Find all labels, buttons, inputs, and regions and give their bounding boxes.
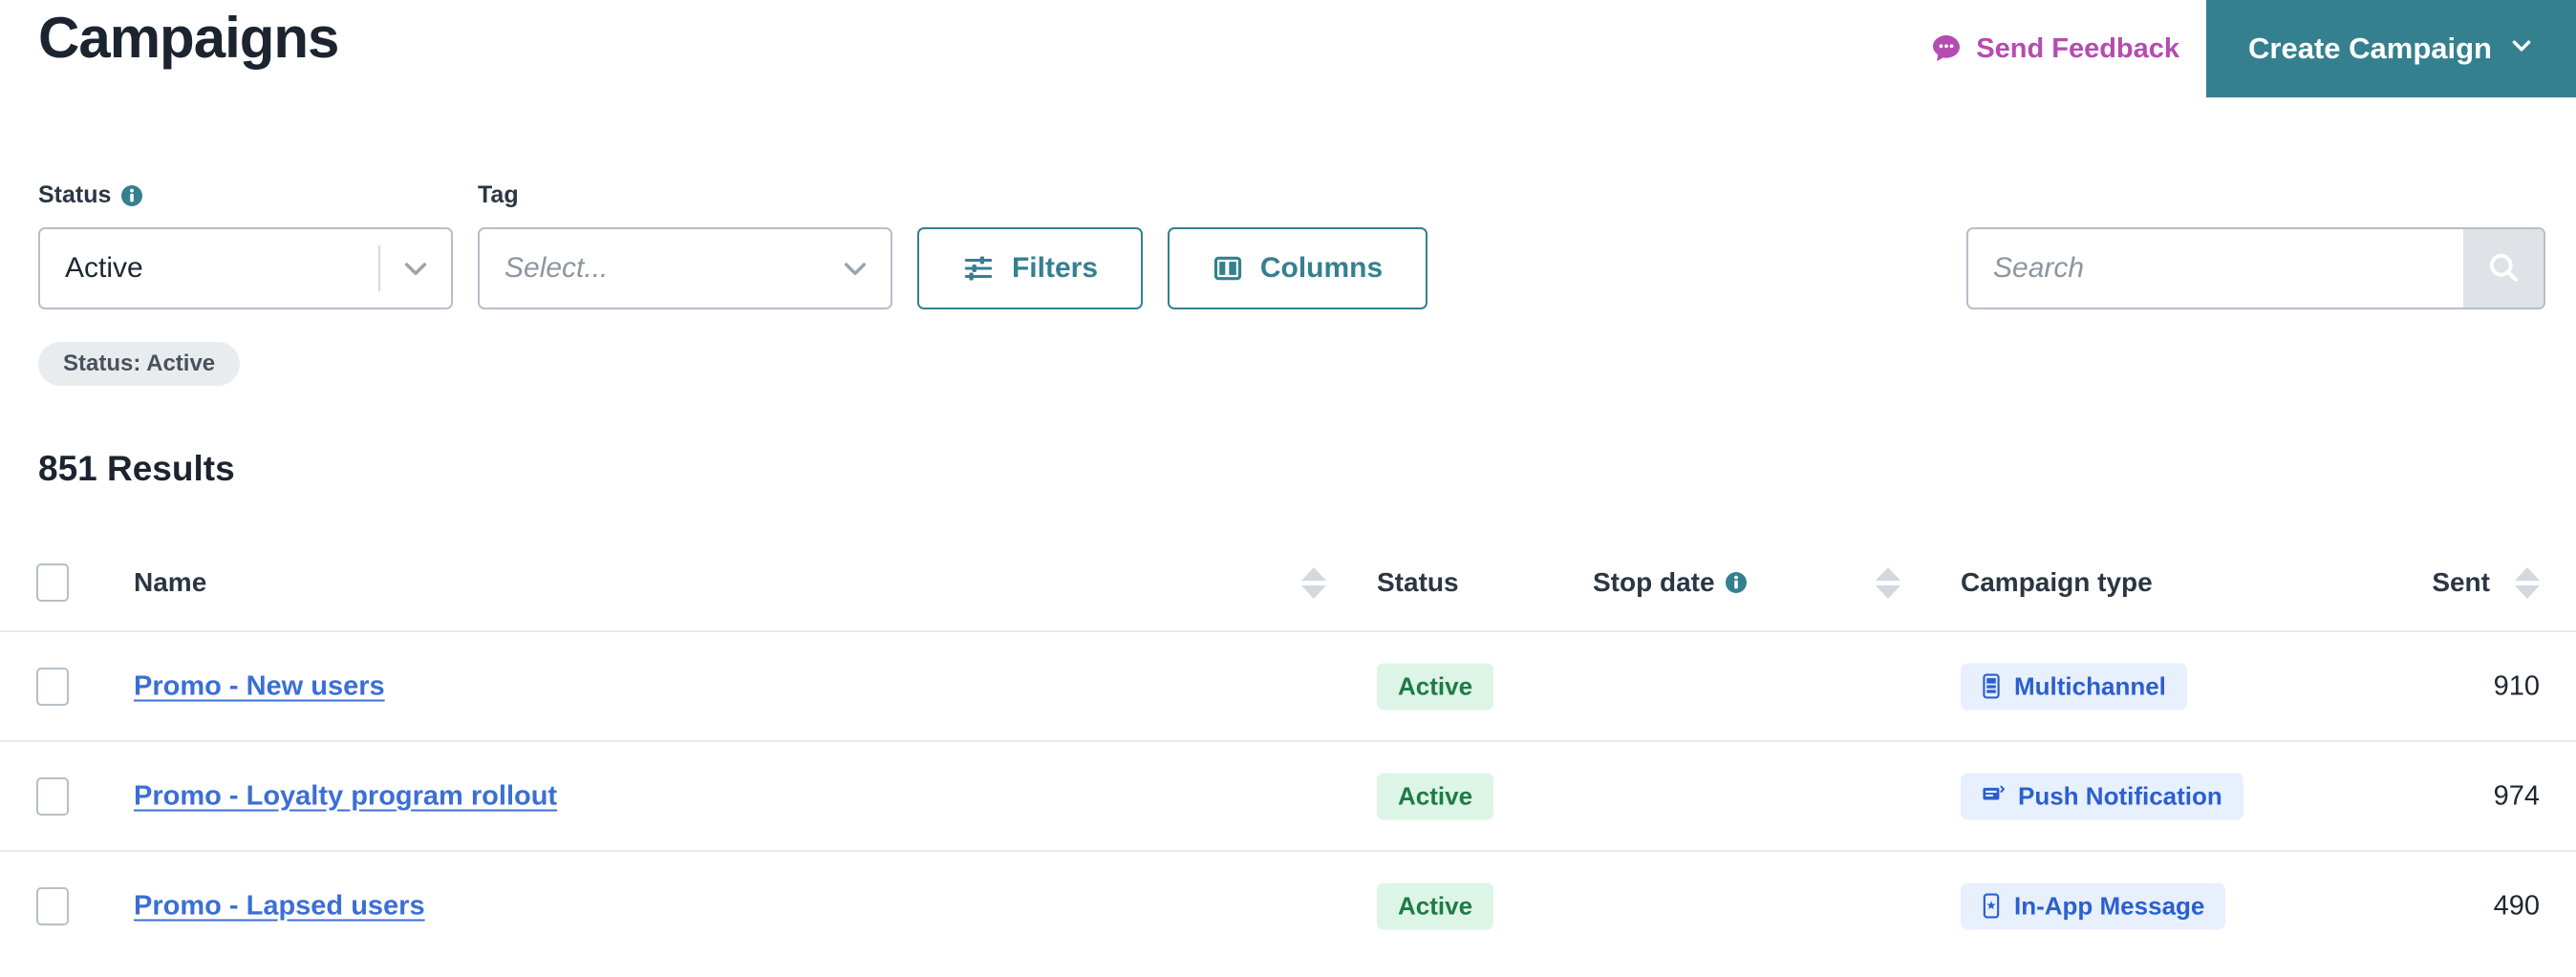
results-count: 851 Results xyxy=(38,449,235,488)
column-header-sent[interactable]: Sent xyxy=(2432,567,2490,598)
column-header-sent-label: Sent xyxy=(2432,567,2490,597)
tag-select-placeholder: Select... xyxy=(504,252,609,284)
chevron-down-icon xyxy=(2509,33,2534,63)
campaign-type-badge: Push Notification xyxy=(1961,773,2243,819)
select-all-checkbox[interactable] xyxy=(36,563,69,602)
search-input[interactable] xyxy=(1968,229,2463,308)
status-select-value: Active xyxy=(65,252,143,284)
column-header-campaign-type-label: Campaign type xyxy=(1961,567,2153,597)
sort-toggle-name[interactable] xyxy=(1301,562,1326,604)
page-title: Campaigns xyxy=(38,6,339,70)
chevron-up-icon xyxy=(1301,566,1326,581)
tag-select[interactable]: Select... xyxy=(478,227,892,309)
campaign-type-label: Push Notification xyxy=(2018,781,2222,810)
info-icon[interactable] xyxy=(120,184,143,207)
chevron-down-icon[interactable] xyxy=(380,253,451,284)
status-label-text: Status xyxy=(38,181,112,208)
search-icon xyxy=(2486,250,2521,287)
table-row[interactable]: Promo - Lapsed users Active In-App Messa… xyxy=(0,850,2576,960)
campaign-name-link[interactable]: Promo - Lapsed users xyxy=(134,890,425,922)
column-header-name-label: Name xyxy=(134,567,207,597)
columns-button-label: Columns xyxy=(1259,252,1384,284)
sent-value: 910 xyxy=(2493,670,2540,701)
campaign-type-badge: Multichannel xyxy=(1961,663,2187,710)
chevron-down-icon xyxy=(1876,584,1900,599)
columns-icon xyxy=(1213,253,1243,284)
sort-toggle-sent[interactable] xyxy=(2515,562,2540,604)
speech-bubble-icon xyxy=(1930,32,1963,65)
sent-value: 974 xyxy=(2493,780,2540,811)
row-checkbox[interactable] xyxy=(36,667,69,706)
header-actions: Send Feedback Create Campaign xyxy=(1930,0,2576,97)
filters-button[interactable]: Filters xyxy=(917,227,1143,309)
chevron-up-icon xyxy=(2515,566,2540,581)
chevron-down-icon[interactable] xyxy=(820,253,891,284)
table-row[interactable]: Promo - Loyalty program rollout Active P… xyxy=(0,740,2576,850)
chevron-up-icon xyxy=(1876,566,1900,581)
filters-button-label: Filters xyxy=(1011,252,1099,284)
status-badge: Active xyxy=(1377,663,1494,710)
active-filter-chips: Status: Active xyxy=(38,342,241,386)
sort-toggle-stop-date[interactable] xyxy=(1876,562,1900,604)
sliders-icon xyxy=(962,252,995,285)
columns-button[interactable]: Columns xyxy=(1168,227,1428,309)
page-header: Campaigns Send Feedback Create Campaign xyxy=(0,0,2576,97)
create-campaign-button[interactable]: Create Campaign xyxy=(2206,0,2576,97)
info-icon[interactable] xyxy=(1725,571,1748,594)
campaigns-table: Name Status Stop date Campaign type Sent… xyxy=(0,535,2576,960)
in-app-message-icon xyxy=(1982,893,2003,919)
column-header-campaign-type: Campaign type xyxy=(1961,567,2153,598)
row-checkbox[interactable] xyxy=(36,776,69,816)
column-header-stop-date-label: Stop date xyxy=(1593,567,1715,597)
campaign-type-label: Multichannel xyxy=(2014,671,2166,700)
campaign-type-badge: In-App Message xyxy=(1961,882,2226,929)
tag-label-text: Tag xyxy=(478,181,519,208)
status-badge: Active xyxy=(1377,773,1494,819)
row-checkbox[interactable] xyxy=(36,886,69,925)
status-field-label: Status xyxy=(38,181,143,209)
send-feedback-label: Send Feedback xyxy=(1976,32,2180,64)
column-header-name[interactable]: Name xyxy=(134,567,206,598)
campaign-name-link[interactable]: Promo - New users xyxy=(134,670,385,702)
campaign-type-label: In-App Message xyxy=(2014,891,2205,920)
campaign-name-link[interactable]: Promo - Loyalty program rollout xyxy=(134,780,557,812)
chevron-down-icon xyxy=(1301,584,1326,599)
push-notification-icon xyxy=(1982,784,2007,809)
status-select[interactable]: Active xyxy=(38,227,453,309)
status-badge: Active xyxy=(1377,882,1494,929)
column-header-status-label: Status xyxy=(1377,567,1459,597)
tag-field-label: Tag xyxy=(478,181,519,209)
chevron-down-icon xyxy=(2515,584,2540,599)
campaigns-page: Campaigns Send Feedback Create Campaign xyxy=(0,0,2576,977)
search-box[interactable] xyxy=(1966,227,2545,309)
column-header-status: Status xyxy=(1377,567,1459,598)
send-feedback-link[interactable]: Send Feedback xyxy=(1930,32,2206,65)
search-button[interactable] xyxy=(2463,229,2544,308)
multichannel-icon xyxy=(1982,673,2003,699)
table-header-row: Name Status Stop date Campaign type Sent xyxy=(0,535,2576,630)
column-header-stop-date[interactable]: Stop date xyxy=(1593,567,1748,598)
create-campaign-label: Create Campaign xyxy=(2248,32,2492,65)
sent-value: 490 xyxy=(2493,890,2540,921)
table-row[interactable]: Promo - New users Active Multichannel 91… xyxy=(0,630,2576,740)
filter-chip-status[interactable]: Status: Active xyxy=(38,342,241,386)
